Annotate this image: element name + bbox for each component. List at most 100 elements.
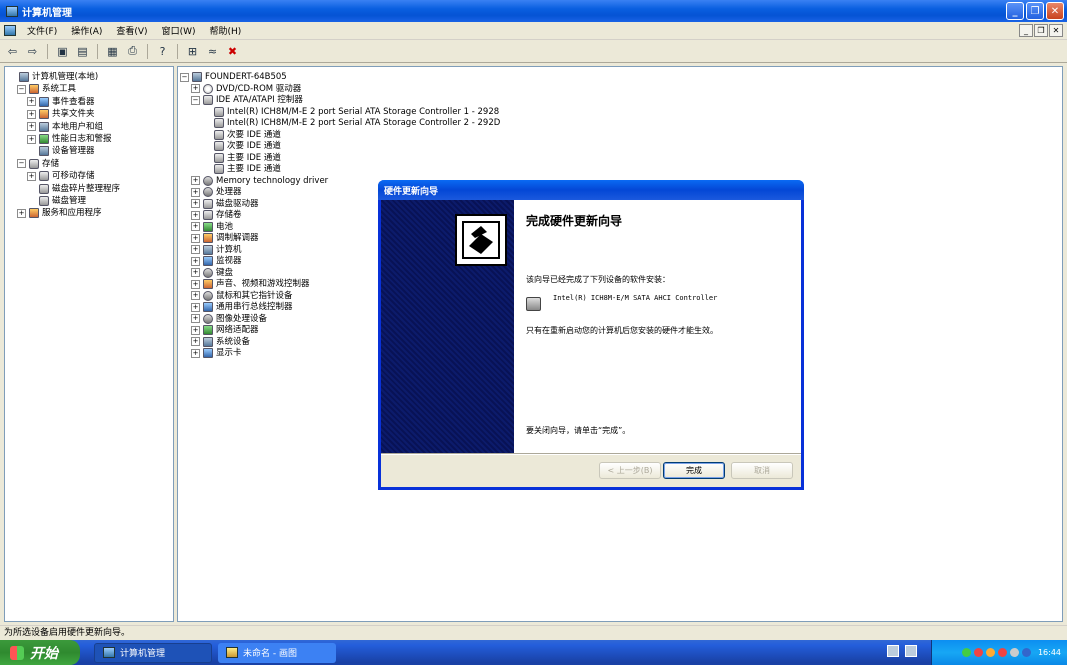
device-tree-item[interactable]: 主要 IDE 通道 (202, 152, 281, 164)
forward-arrow-icon[interactable]: ⇨ (24, 43, 41, 60)
console-tree-item[interactable]: − 系统工具 (17, 83, 76, 95)
console-tree-item[interactable]: 计算机管理(本地) (7, 71, 98, 83)
cancel-button[interactable]: 取消 (731, 462, 793, 479)
device-tree-item[interactable]: + 计算机 (191, 244, 242, 256)
device-tree-item[interactable]: + 声音、视频和游戏控制器 (191, 278, 310, 290)
expand-icon[interactable]: + (191, 233, 200, 243)
expand-icon[interactable]: + (191, 210, 200, 220)
expand-icon[interactable]: + (27, 171, 36, 181)
device-tree-item[interactable]: + Memory technology driver (191, 175, 328, 187)
console-tree-item[interactable]: + 性能日志和警报 (27, 133, 112, 145)
device-tree-item[interactable]: + DVD/CD-ROM 驱动器 (191, 83, 301, 95)
device-tree-item[interactable]: + 监视器 (191, 255, 242, 267)
tray-icon-red[interactable] (973, 648, 983, 657)
network-icon[interactable] (887, 645, 899, 657)
device-tree-item[interactable]: + 图像处理设备 (191, 313, 267, 325)
back-arrow-icon[interactable]: ⇦ (4, 43, 21, 60)
expand-icon[interactable]: + (191, 291, 200, 300)
device-tree-item[interactable]: − IDE ATA/ATAPI 控制器 (191, 94, 303, 106)
device-tree-item[interactable]: + 显示卡 (191, 347, 242, 359)
device-tree-item[interactable]: + 处理器 (191, 186, 242, 198)
expand-icon[interactable]: + (27, 97, 36, 107)
volume-icon[interactable] (1009, 648, 1019, 657)
expand-icon[interactable]: + (191, 84, 200, 93)
device-tree-item[interactable]: + 磁盘驱动器 (191, 198, 259, 210)
expand-icon[interactable]: + (17, 208, 26, 218)
expand-icon[interactable]: + (191, 187, 200, 197)
device-tree-item[interactable]: + 键盘 (191, 267, 233, 279)
device-tree-item[interactable]: − FOUNDERT-64B505 (180, 71, 287, 83)
taskbar-item-paint[interactable]: 未命名 - 画图 (218, 642, 336, 663)
expand-icon[interactable]: + (191, 325, 200, 335)
collapse-icon[interactable]: − (180, 72, 189, 82)
expand-icon[interactable]: + (191, 268, 200, 277)
expand-icon[interactable]: + (191, 199, 200, 208)
expand-icon[interactable]: + (191, 279, 200, 289)
collapse-icon[interactable]: − (17, 84, 26, 94)
device-tree-item[interactable]: 主要 IDE 通道 (202, 163, 281, 175)
tray-icon-orange[interactable] (985, 648, 995, 657)
device-tree-item[interactable]: + 系统设备 (191, 336, 250, 348)
console-tree-item[interactable]: + 共享文件夹 (27, 108, 95, 120)
collapse-icon[interactable]: − (191, 95, 200, 105)
start-button[interactable]: 开始 (0, 640, 80, 665)
show-hide-tree-icon[interactable]: ▤ (74, 43, 91, 60)
maximize-button[interactable]: ❐ (1026, 2, 1044, 20)
properties-icon[interactable]: ▦ (104, 43, 121, 60)
menu-action[interactable]: 操作(A) (64, 24, 109, 37)
mdi-minimize-button[interactable]: _ (1019, 24, 1033, 37)
back-button[interactable]: < 上一步(B) (599, 462, 661, 479)
close-button[interactable]: ✕ (1046, 2, 1064, 20)
tray-icon-red2[interactable] (997, 648, 1007, 657)
tray-icon-green[interactable] (961, 648, 971, 657)
expand-icon[interactable]: + (27, 122, 36, 132)
print-icon[interactable]: ⎙ (124, 43, 141, 60)
mdi-close-button[interactable]: ✕ (1049, 24, 1063, 37)
menu-help[interactable]: 帮助(H) (203, 24, 249, 37)
menu-view[interactable]: 查看(V) (109, 24, 154, 37)
device-tree-item[interactable]: Intel(R) ICH8M/M-E 2 port Serial ATA Sto… (202, 117, 500, 129)
help-icon[interactable]: ? (154, 43, 171, 60)
tray-icon-blue[interactable] (1021, 648, 1031, 657)
expand-icon[interactable]: + (191, 337, 200, 346)
console-tree-item[interactable]: 磁盘碎片整理程序 (27, 183, 120, 195)
expand-icon[interactable]: + (191, 176, 200, 185)
mdi-restore-button[interactable]: ❐ (1034, 24, 1048, 37)
expand-icon[interactable]: + (191, 302, 200, 312)
console-tree-item[interactable]: + 事件查看器 (27, 96, 95, 108)
console-tree-item[interactable]: 磁盘管理 (27, 195, 86, 207)
menu-file[interactable]: 文件(F) (20, 24, 64, 37)
finish-button[interactable]: 完成 (663, 462, 725, 479)
console-tree-item[interactable]: + 服务和应用程序 (17, 207, 102, 219)
menu-window[interactable]: 窗口(W) (155, 24, 203, 37)
device-tree-item[interactable]: + 调制解调器 (191, 232, 259, 244)
console-tree-pane[interactable]: 计算机管理(本地) − 系统工具 + 事件查看器 + 共享文件夹 + 本地用户和组 + 性能日志和警… (4, 66, 174, 622)
expand-icon[interactable]: + (191, 256, 200, 266)
device-tree-item[interactable]: + 鼠标和其它指针设备 (191, 290, 293, 302)
device-tree-item[interactable]: + 电池 (191, 221, 233, 233)
expand-icon[interactable]: + (191, 222, 200, 231)
uninstall-icon[interactable]: ✖ (224, 43, 241, 60)
expand-icon[interactable]: + (27, 134, 36, 144)
console-tree-item[interactable]: − 存储 (17, 158, 59, 170)
console-tree-item[interactable]: 设备管理器 (27, 145, 95, 157)
scan-hardware-icon[interactable]: ⊞ (184, 43, 201, 60)
device-tree-item[interactable]: + 通用串行总线控制器 (191, 301, 293, 313)
device-tree-item[interactable]: + 网络适配器 (191, 324, 259, 336)
expand-icon[interactable]: + (191, 348, 200, 358)
taskbar-item-computer-management[interactable]: 计算机管理 (94, 642, 212, 663)
collapse-icon[interactable]: − (17, 159, 26, 169)
console-tree-item[interactable]: + 本地用户和组 (27, 121, 103, 133)
help-tray-icon[interactable] (905, 645, 917, 657)
console-tree-item[interactable]: + 可移动存储 (27, 170, 95, 182)
device-tree-item[interactable]: 次要 IDE 通道 (202, 140, 281, 152)
update-driver-icon[interactable]: ≈ (204, 43, 221, 60)
minimize-button[interactable]: _ (1006, 2, 1024, 20)
expand-icon[interactable]: + (191, 245, 200, 254)
device-tree-item[interactable]: + 存储卷 (191, 209, 242, 221)
mmc-doc-icon[interactable] (4, 25, 16, 36)
device-tree-item[interactable]: 次要 IDE 通道 (202, 129, 281, 141)
expand-icon[interactable]: + (27, 109, 36, 119)
up-level-icon[interactable]: ▣ (54, 43, 71, 60)
expand-icon[interactable]: + (191, 314, 200, 323)
